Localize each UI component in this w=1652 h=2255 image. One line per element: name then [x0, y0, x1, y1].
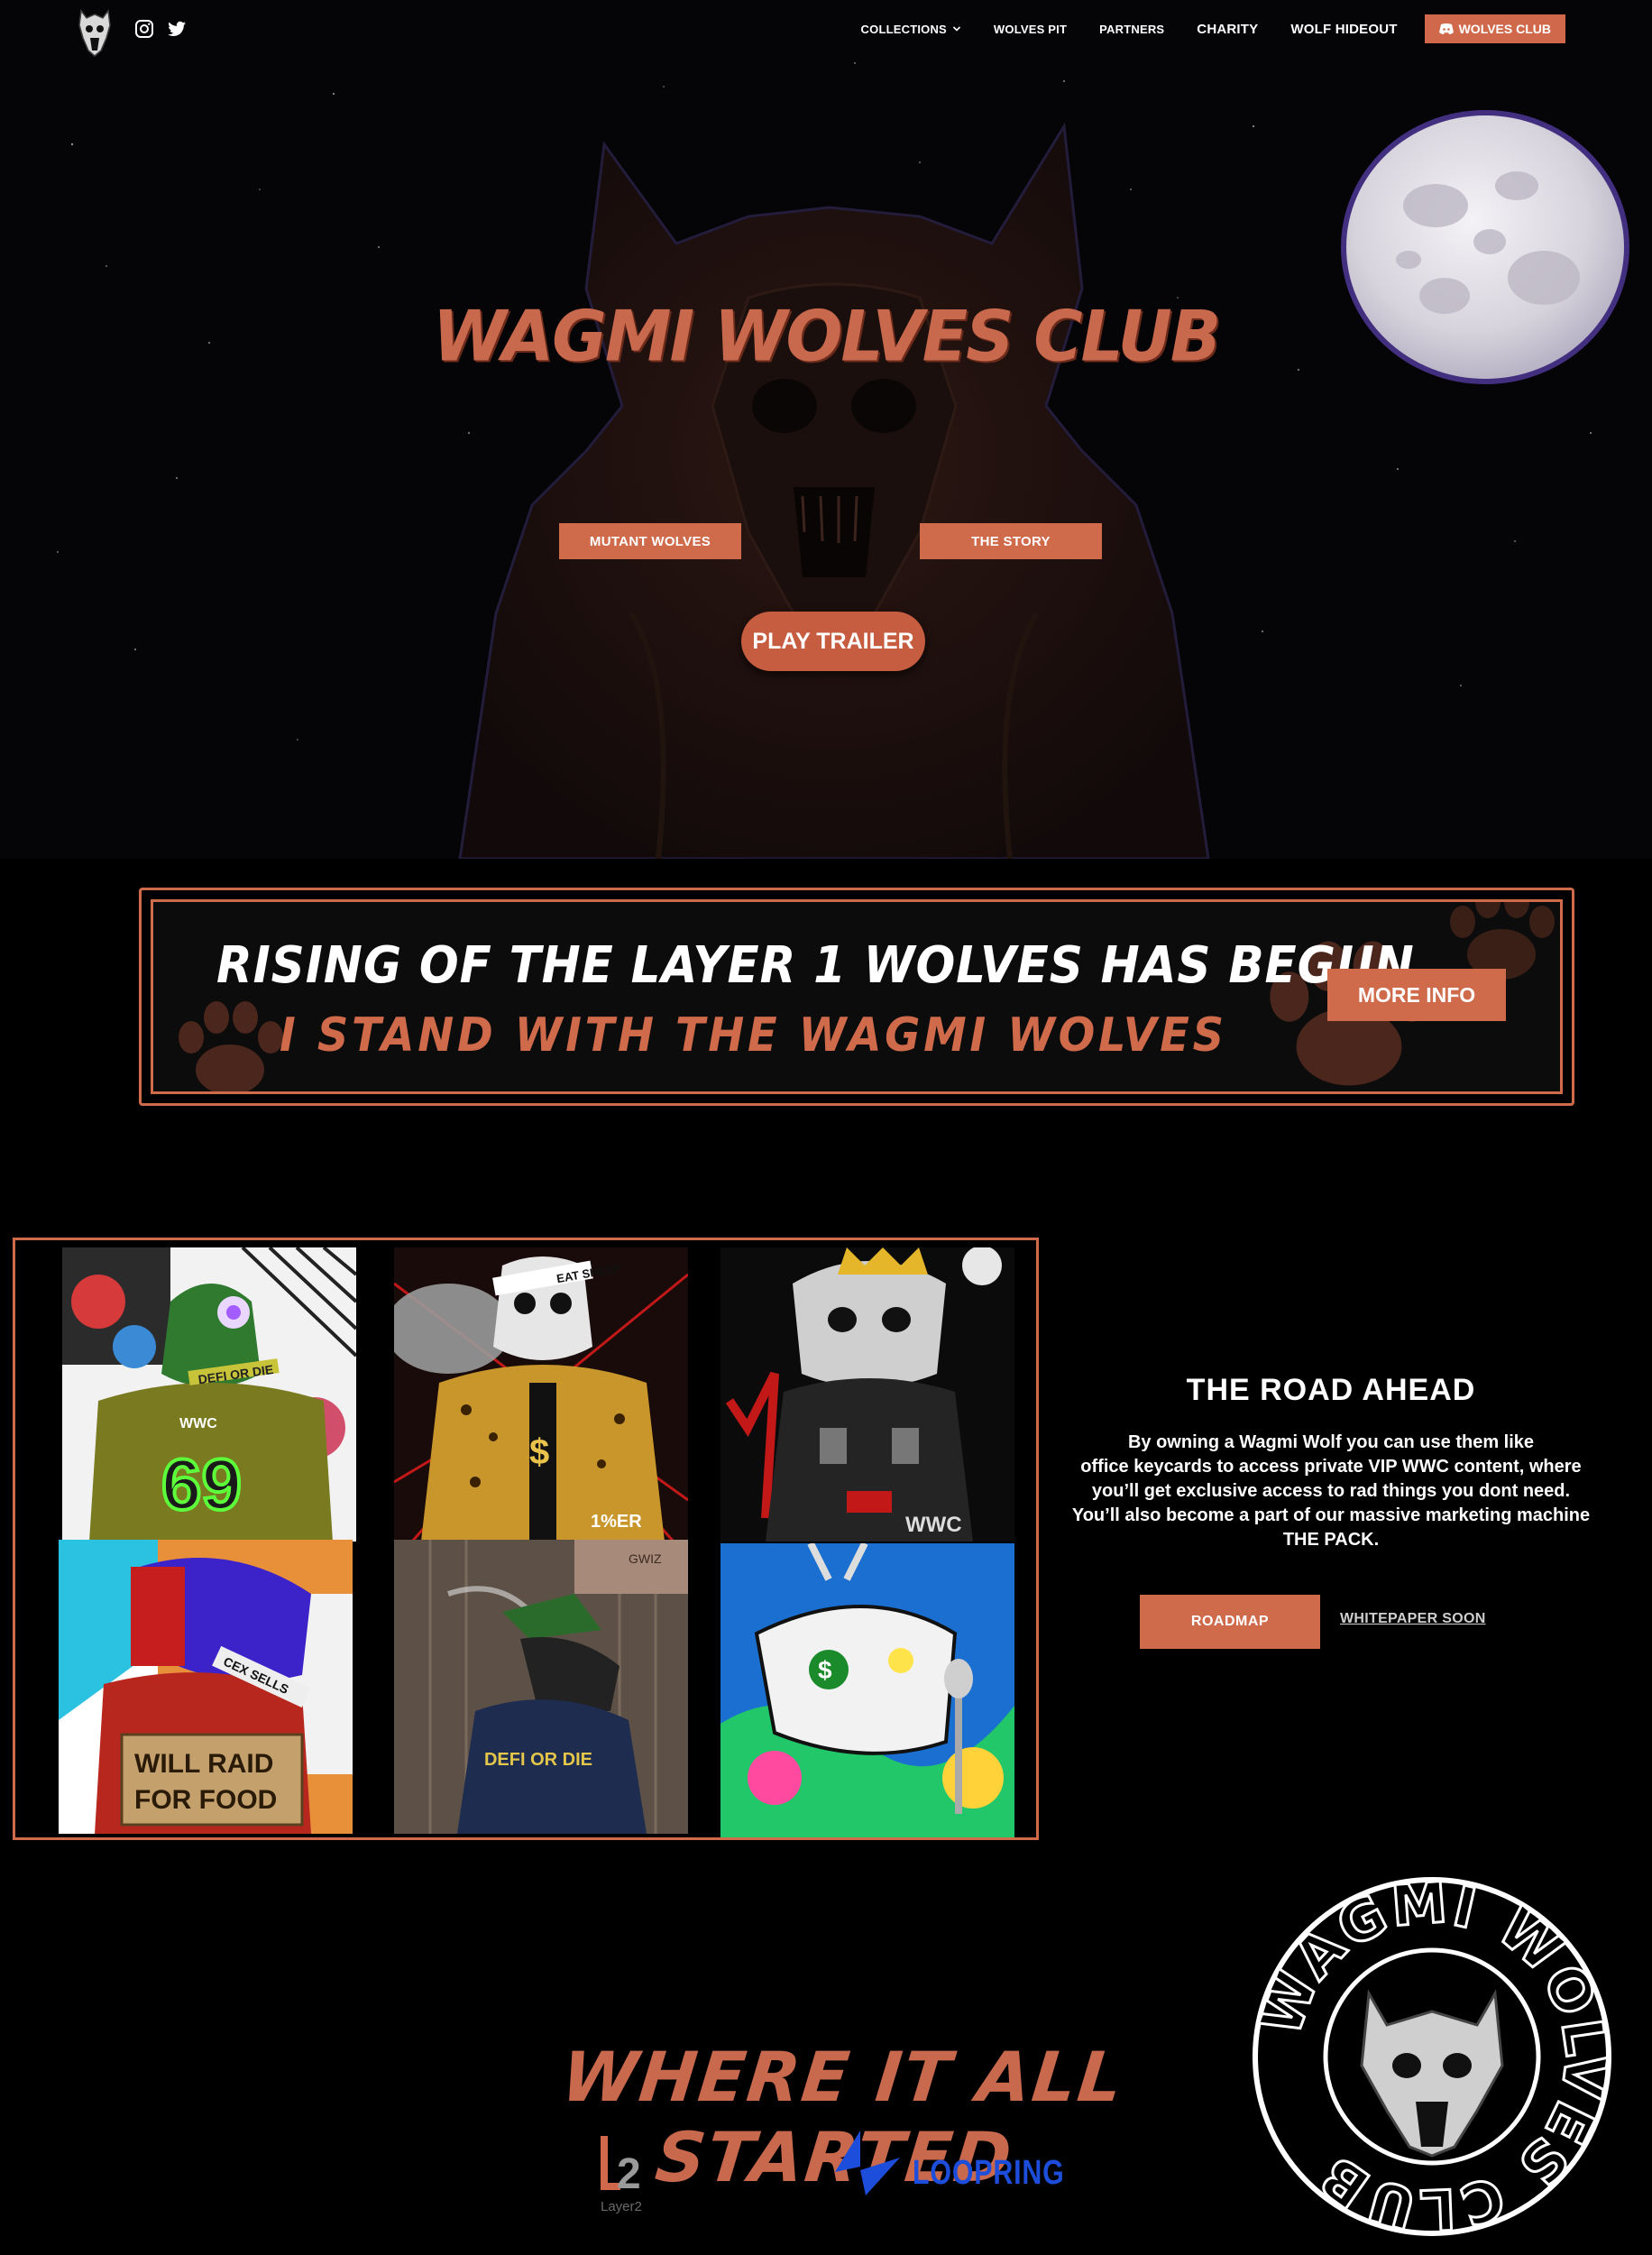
the-story-button[interactable]: THE STORY: [920, 523, 1102, 559]
wolf-skull-logo[interactable]: [76, 5, 114, 58]
hero-title: WAGMI WOLVES CLUB: [432, 295, 1221, 378]
card-sign: GWIZ: [629, 1551, 662, 1566]
nav-wolves-pit[interactable]: WOLVES PIT: [994, 23, 1067, 36]
instagram-icon[interactable]: [133, 18, 155, 40]
card-number: 69: [161, 1444, 242, 1524]
road-line: you’ll get exclusive access to rad thing…: [1091, 1481, 1571, 1501]
wagmi-wolves-club-seal: WAGMI WOLVES CLUB: [1252, 1876, 1612, 2237]
banner-headline: RISING OF THE LAYER 1 WOLVES HAS BEGUN: [216, 936, 1415, 995]
wolves-club-button[interactable]: WOLVES CLUB: [1424, 14, 1565, 43]
road-ahead-description: By owning a Wagmi Wolf you can use them …: [1046, 1431, 1616, 1552]
nav-links: COLLECTIONS WOLVES PIT PARTNERS CHARITY …: [829, 14, 1565, 43]
nft-artwork: CEX SELLS WILL RAID FOR FOOD: [59, 1540, 353, 1834]
nft-gallery: DEFI OR DIE WWC 69 EAT SHEEP $ 1%ER WWC …: [13, 1238, 1039, 1840]
card-badge: WWC: [179, 1416, 217, 1431]
svg-text:$: $: [818, 1656, 832, 1684]
chevron-down-icon: [952, 26, 960, 32]
nav-charity[interactable]: CHARITY: [1197, 22, 1258, 37]
nav-collections[interactable]: COLLECTIONS: [861, 23, 961, 36]
nft-artwork: $: [720, 1543, 1014, 1837]
nft-artwork: WWC: [720, 1247, 1014, 1542]
card-tag: 1%ER: [591, 1512, 642, 1532]
nft-artwork: GWIZ DEFI OR DIE: [394, 1540, 688, 1834]
wolf-silhouette-illustration: [458, 122, 1210, 859]
discord-icon: [1438, 23, 1454, 34]
nft-card-crowned-wolf[interactable]: WWC: [720, 1247, 1014, 1542]
nft-card-graffiti-wolf[interactable]: $: [720, 1543, 1014, 1837]
nav-partners[interactable]: PARTNERS: [1099, 23, 1164, 36]
whitepaper-link[interactable]: WHITEPAPER SOON: [1340, 1611, 1486, 1627]
nft-card-will-raid-for-food[interactable]: CEX SELLS WILL RAID FOR FOOD: [59, 1540, 353, 1834]
twitter-icon[interactable]: [166, 18, 188, 40]
road-line: You’ll also become a part of our massive…: [1071, 1505, 1591, 1525]
top-navigation: COLLECTIONS WOLVES PIT PARTNERS CHARITY …: [0, 0, 1652, 58]
nft-artwork: EAT SHEEP $ 1%ER: [394, 1247, 688, 1542]
nav-wolf-hideout[interactable]: WOLF HIDEOUT: [1290, 22, 1397, 37]
paw-print-icon: [179, 1001, 283, 1091]
rising-banner: RISING OF THE LAYER 1 WOLVES HAS BEGUN I…: [139, 888, 1574, 1106]
loopring-logo-icon[interactable]: [830, 2131, 902, 2197]
layer2-label: Layer2: [601, 2199, 642, 2214]
card-sign-line2: FOR FOOD: [134, 1785, 277, 1815]
nft-card-defi-or-die[interactable]: DEFI OR DIE WWC 69: [62, 1247, 356, 1542]
more-info-button[interactable]: MORE INFO: [1327, 969, 1506, 1021]
road-ahead-title: THE ROAD AHEAD: [1186, 1373, 1476, 1407]
play-trailer-button[interactable]: PLAY TRAILER: [741, 612, 925, 671]
card-sign-line1: WILL RAID: [134, 1749, 273, 1779]
road-line: office keycards to access private VIP WW…: [1080, 1457, 1582, 1477]
nft-card-hooded-wolf[interactable]: GWIZ DEFI OR DIE: [394, 1540, 688, 1834]
card-tag: WWC: [905, 1513, 962, 1537]
card-text: DEFI OR DIE: [484, 1750, 592, 1770]
nav-collections-label: COLLECTIONS: [860, 22, 947, 36]
road-line: THE PACK.: [1282, 1530, 1380, 1550]
banner-subheadline: I STAND WITH THE WAGMI WOLVES: [280, 1008, 1227, 1063]
nft-artwork: DEFI OR DIE WWC 69: [62, 1247, 356, 1542]
roadmap-button[interactable]: ROADMAP: [1140, 1595, 1320, 1649]
wolves-club-label: WOLVES CLUB: [1458, 22, 1551, 36]
mutant-wolves-button[interactable]: MUTANT WOLVES: [559, 523, 741, 559]
svg-text:$: $: [529, 1432, 549, 1472]
svg-text:2: 2: [617, 2150, 641, 2198]
banner-inner-frame: RISING OF THE LAYER 1 WOLVES HAS BEGUN I…: [151, 899, 1563, 1094]
nft-card-eat-sheep[interactable]: EAT SHEEP $ 1%ER: [394, 1247, 688, 1542]
loopring-label: LOOPRING: [913, 2154, 1065, 2192]
hero-section: WAGMI WOLVES CLUB MUTANT WOLVES THE STOR…: [0, 0, 1652, 859]
road-line: By owning a Wagmi Wolf you can use them …: [1127, 1432, 1535, 1452]
